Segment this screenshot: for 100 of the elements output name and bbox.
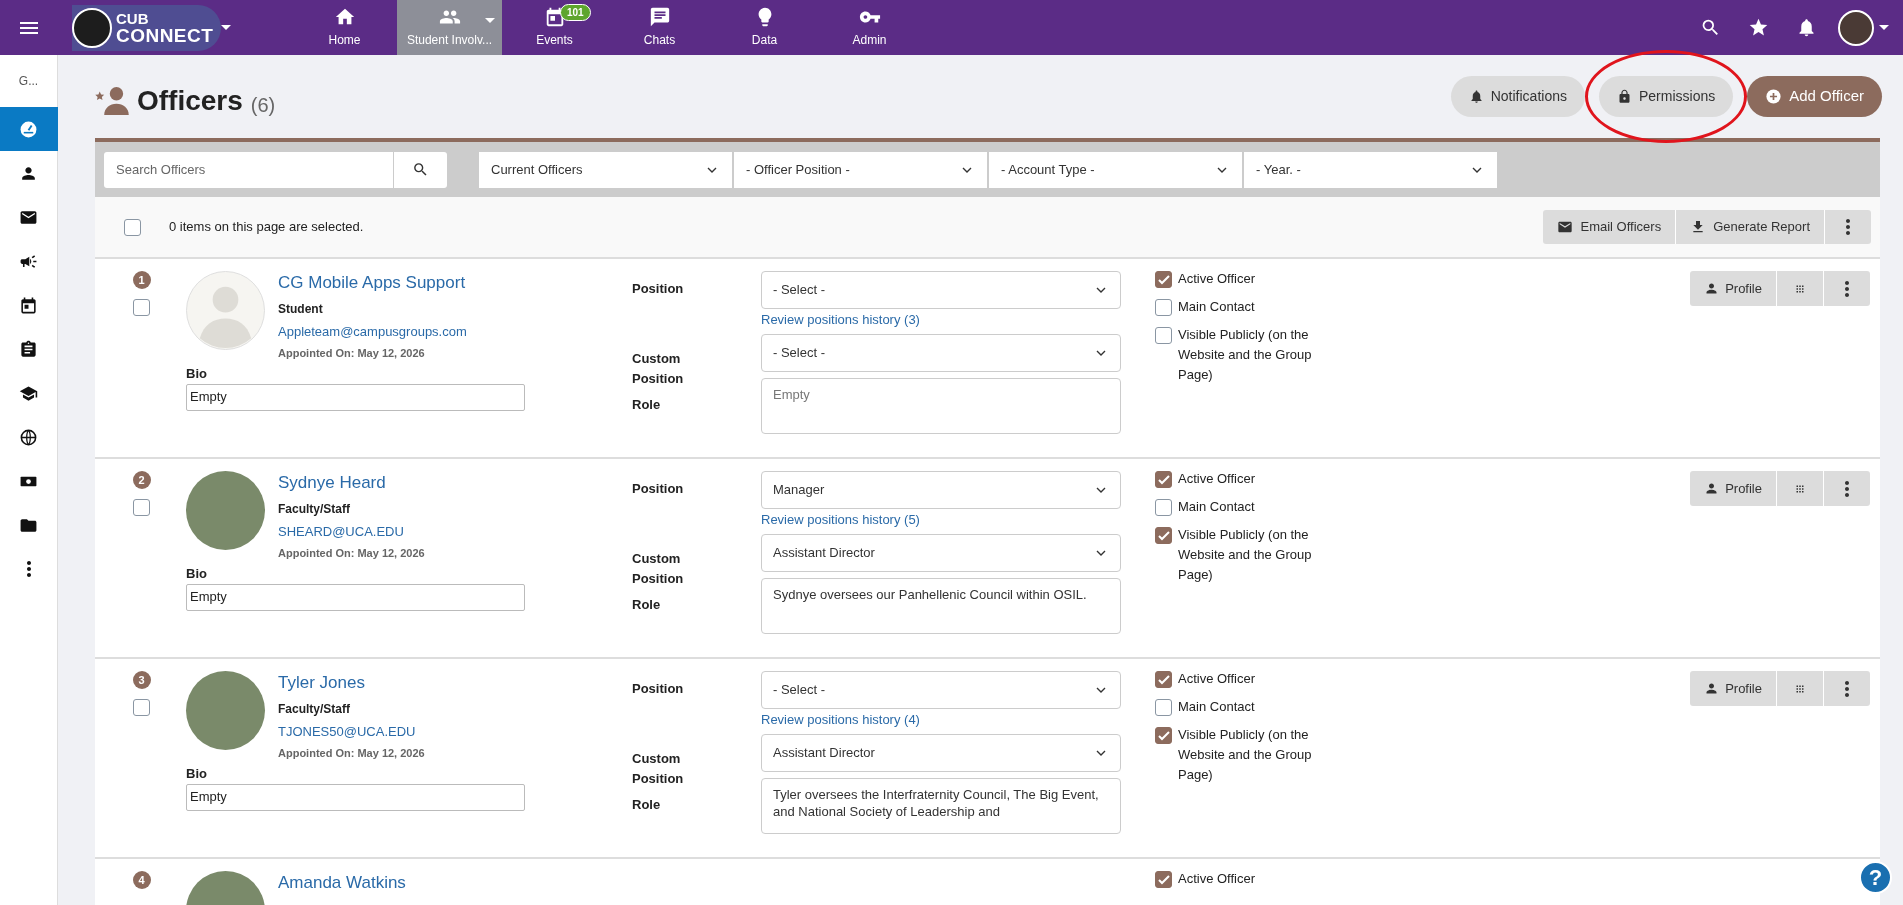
search-field[interactable]: Search Officers xyxy=(104,151,394,188)
email-officers-button[interactable]: Email Officers xyxy=(1543,210,1677,244)
email-link[interactable]: Appleteam@campusgroups.com xyxy=(278,322,467,342)
bio-field[interactable]: Empty xyxy=(186,783,525,811)
nav-tab[interactable]: Chats xyxy=(607,0,712,55)
check-icon xyxy=(1158,732,1169,739)
row-number-badge: 2 xyxy=(132,471,151,489)
checkbox-label: Visible Publicly (on the Website and the Group Page) xyxy=(1178,726,1313,784)
selection-count: 0 items on this page are selected. xyxy=(169,218,364,237)
check-icon xyxy=(1158,876,1169,883)
row-checkbox[interactable] xyxy=(133,499,150,516)
positions-history-link[interactable]: Review positions history (3) xyxy=(761,310,1121,330)
filter-dropdown[interactable]: - Officer Position - xyxy=(734,151,987,188)
row-checkbox[interactable] xyxy=(133,699,150,716)
calendar-icon xyxy=(19,295,38,315)
checkbox[interactable] xyxy=(1155,671,1172,688)
more-icon xyxy=(1846,219,1850,235)
checkbox[interactable] xyxy=(1155,471,1172,488)
checkbox[interactable] xyxy=(1155,271,1172,288)
checkbox-label: Active Officer xyxy=(1178,870,1257,888)
checkbox[interactable] xyxy=(1155,871,1172,888)
person-icon xyxy=(1704,281,1720,296)
positions-history-link[interactable]: Review positions history (4) xyxy=(761,710,1121,730)
checkbox[interactable] xyxy=(1155,299,1172,316)
field-label: Role xyxy=(632,396,662,414)
bio-field[interactable]: Empty xyxy=(186,583,525,611)
page-title: Officers xyxy=(137,87,243,115)
more-icon xyxy=(1845,480,1849,497)
positions-history-link[interactable]: Review positions history (5) xyxy=(761,510,1121,530)
dashboard-icon xyxy=(19,119,38,139)
lock-icon xyxy=(1617,89,1632,104)
row-checkbox[interactable] xyxy=(133,299,150,316)
checkbox-label: Visible Publicly (on the Website and the Group Page) xyxy=(1178,526,1313,584)
field-label: Custom Position xyxy=(632,350,685,388)
generate-report-button[interactable]: Generate Report xyxy=(1676,210,1825,244)
email-link[interactable]: TJONES50@UCA.EDU xyxy=(278,722,425,742)
check-icon xyxy=(1158,476,1169,483)
position-dropdown[interactable]: Assistant Director xyxy=(761,733,1121,772)
position-dropdown[interactable]: - Select - xyxy=(761,671,1121,709)
officer-name-link[interactable]: Tyler Jones xyxy=(278,672,425,694)
officer-name-link[interactable]: CG Mobile Apps Support xyxy=(278,272,467,294)
email-link[interactable]: SHEARD@UCA.EDU xyxy=(278,522,425,542)
field-label: Bio xyxy=(186,565,208,583)
filter-dropdown[interactable]: - Year. - xyxy=(1244,151,1497,188)
filter-dropdown[interactable]: - Account Type - xyxy=(989,151,1242,188)
person-icon xyxy=(1704,681,1720,696)
appointed-date: Appointed On: May 12, 2026 xyxy=(278,545,425,561)
account-type: Faculty/Staff xyxy=(278,701,351,718)
account-type: Faculty/Staff xyxy=(278,501,351,518)
field-label: Position xyxy=(632,680,685,698)
position-dropdown[interactable]: Manager xyxy=(761,471,1121,509)
field-label: Position xyxy=(632,280,685,298)
nav-tab[interactable]: Admin xyxy=(817,0,922,55)
field-label: Position xyxy=(632,480,685,498)
checkbox[interactable] xyxy=(1155,499,1172,516)
graduation-cap-icon xyxy=(19,383,38,403)
role-field[interactable]: Tyler oversees the Interfraternity Council, The Big Event, and National Society of Leadership and xyxy=(761,777,1121,834)
checkbox[interactable] xyxy=(1155,727,1172,744)
select-all-checkbox[interactable] xyxy=(124,218,141,236)
user-avatar[interactable] xyxy=(1838,9,1874,46)
checkbox-label: Active Officer xyxy=(1178,470,1257,488)
position-dropdown[interactable]: - Select - xyxy=(761,271,1121,309)
bio-field[interactable]: Empty xyxy=(186,383,525,411)
group-label: G... xyxy=(18,73,39,90)
filter-dropdown[interactable]: Current Officers xyxy=(479,151,732,188)
officer-name-link[interactable]: Sydnye Heard xyxy=(278,472,425,494)
field-label: Role xyxy=(632,796,662,814)
permissions-button[interactable]: Permissions xyxy=(1599,76,1734,117)
checkbox-label: Active Officer xyxy=(1178,270,1257,288)
checkbox[interactable] xyxy=(1155,327,1172,344)
account-type: Student xyxy=(278,301,324,318)
more-icon xyxy=(1845,680,1849,697)
officer-name-link[interactable]: Amanda Watkins xyxy=(278,872,406,894)
mail-icon xyxy=(1557,219,1574,235)
position-dropdown[interactable]: Assistant Director xyxy=(761,533,1121,572)
notifications-button[interactable]: Notifications xyxy=(1450,76,1585,117)
star-icon xyxy=(1747,17,1769,38)
position-dropdown[interactable]: - Select - xyxy=(761,333,1121,372)
more-icon xyxy=(26,561,31,577)
field-label: Custom Position xyxy=(632,550,685,588)
role-field[interactable]: Sydnye oversees our Panhellenic Council within OSIL. xyxy=(761,577,1121,634)
nav-tab[interactable]: Events 101 xyxy=(502,0,607,55)
row-number-badge: 4 xyxy=(132,871,151,889)
checkbox-label: Main Contact xyxy=(1178,498,1256,516)
checkbox[interactable] xyxy=(1155,699,1172,716)
nav-tab[interactable]: Data xyxy=(712,0,817,55)
globe-icon xyxy=(19,427,38,447)
logo[interactable]: CUB CONNECT xyxy=(72,4,222,51)
nav-tab[interactable]: Home xyxy=(292,0,397,55)
role-field[interactable]: Empty xyxy=(761,377,1121,434)
plus-circle-icon xyxy=(1765,88,1783,105)
check-icon xyxy=(1158,676,1169,683)
field-label: Role xyxy=(632,596,662,614)
add-officer-button[interactable]: Add Officer xyxy=(1747,76,1882,117)
row-number-badge: 3 xyxy=(132,671,151,689)
checkbox[interactable] xyxy=(1155,527,1172,544)
check-icon xyxy=(1158,532,1169,539)
field-label: Custom Position xyxy=(632,750,685,788)
search-button[interactable] xyxy=(394,151,447,188)
appointed-date: Appointed On: May 12, 2026 xyxy=(278,745,425,761)
